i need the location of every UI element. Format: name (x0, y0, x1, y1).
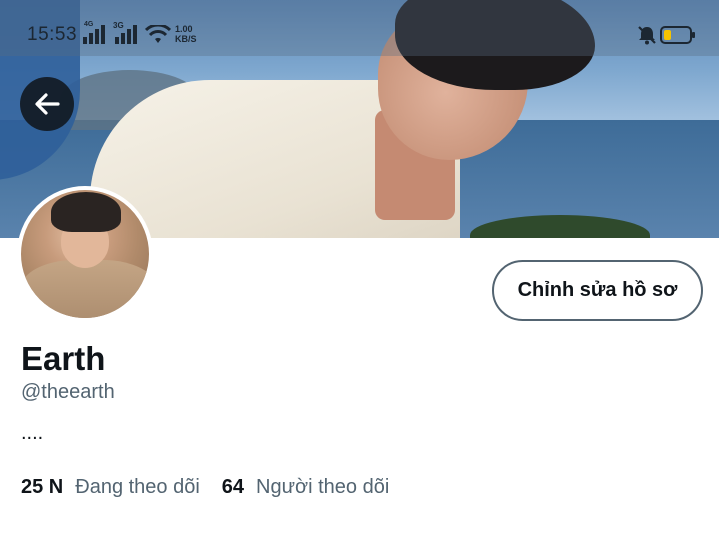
profile-bio: .... (21, 422, 44, 444)
follow-stats: 25 N Đang theo dõi 64 Người theo dõi (21, 476, 389, 499)
mute-icon (638, 26, 656, 45)
avatar-hair (51, 192, 121, 232)
followers-count: 64 (221, 476, 245, 498)
network-label: 3G (113, 21, 124, 30)
status-bar: 15:53 4G 3G 1.00 KB/S (0, 0, 719, 56)
followers-link[interactable]: 64 Người theo dõi (222, 476, 390, 499)
user-handle: @theearth (21, 381, 115, 403)
network-speed: 1.00 KB/S (175, 24, 197, 44)
arrow-left-icon (35, 93, 60, 115)
display-name: Earth (21, 340, 106, 377)
back-button[interactable] (20, 77, 74, 131)
battery-icon (660, 26, 695, 44)
wifi-icon (145, 25, 171, 43)
followers-label: Người theo dõi (256, 476, 390, 498)
status-time: 15:53 (27, 24, 78, 45)
following-link[interactable]: 25 N Đang theo dõi (21, 476, 200, 499)
edit-profile-button[interactable]: Chỉnh sửa hồ sơ (492, 260, 703, 321)
avatar[interactable] (17, 186, 153, 322)
avatar-body (21, 260, 149, 318)
speed-unit: KB/S (175, 34, 197, 44)
network-label: 4G (84, 21, 94, 28)
following-count: 25 N (21, 476, 64, 498)
speed-value: 1.00 (175, 24, 193, 34)
following-label: Đang theo dõi (75, 476, 200, 498)
